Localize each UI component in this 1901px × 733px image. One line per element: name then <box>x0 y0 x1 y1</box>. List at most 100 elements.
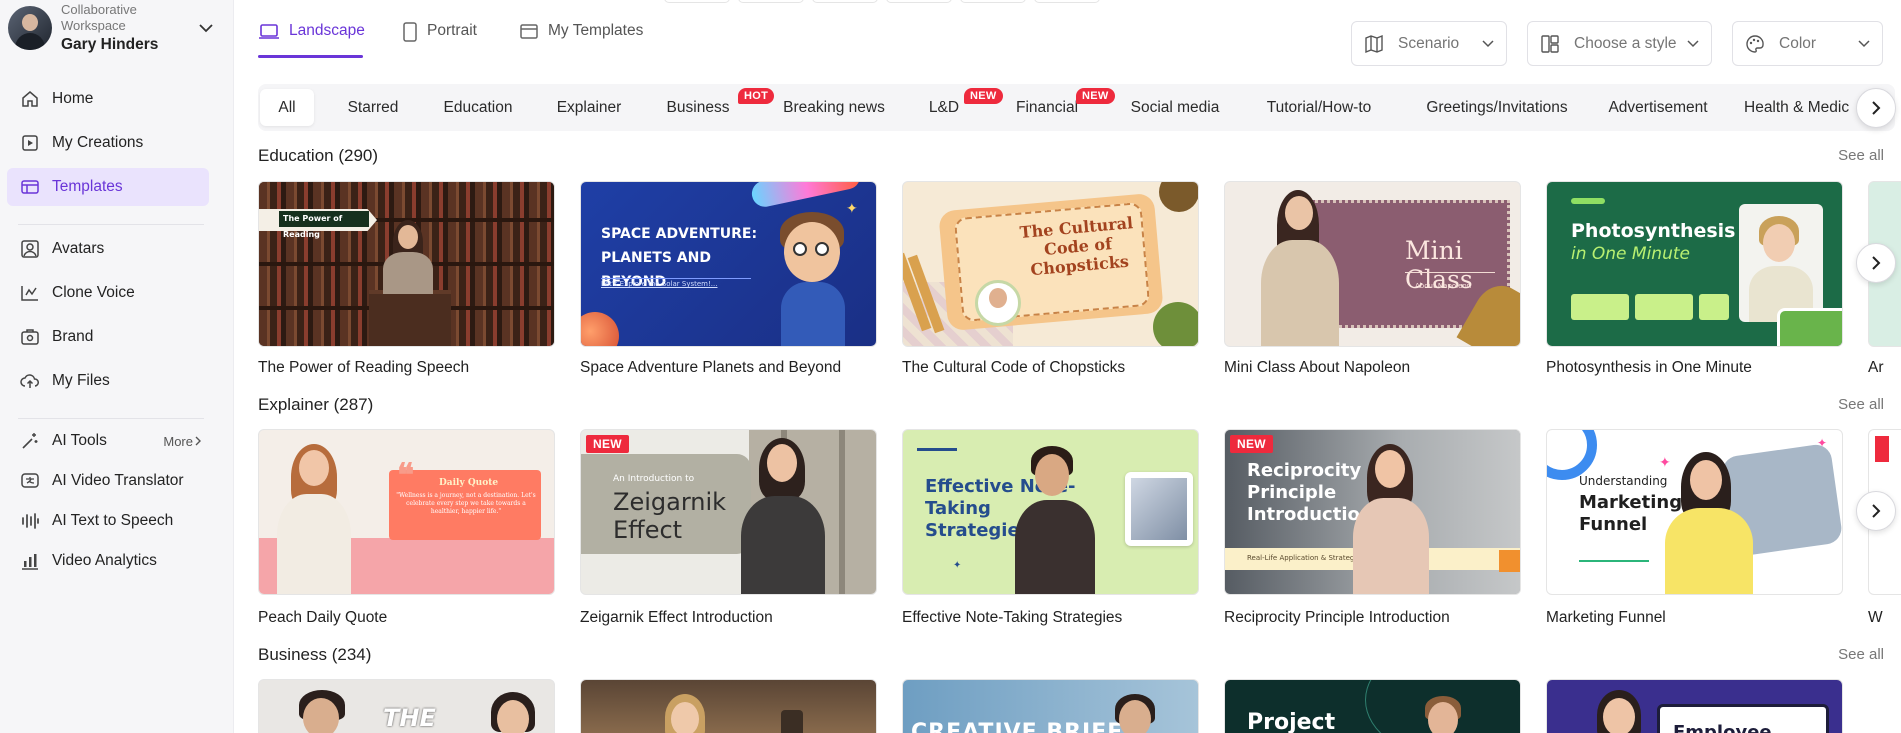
palette-icon <box>1745 34 1765 54</box>
template-card[interactable]: Effective Note-Taking Strategies ✦ <box>902 429 1199 595</box>
category-l-and-d[interactable]: L&D <box>922 89 966 126</box>
sidebar-item-ai-video-translator[interactable]: AI Video Translator <box>7 462 209 500</box>
category-health-medical[interactable]: Health & Medic <box>1744 89 1874 126</box>
color-dropdown[interactable]: Color <box>1732 21 1883 66</box>
template-card[interactable]: CREATIVE BRIEF <box>902 679 1199 733</box>
sidebar-item-label: AI Text to Speech <box>52 512 174 529</box>
template-card[interactable]: The Cultural Code of Chopsticks <box>902 181 1199 347</box>
template-card[interactable] <box>580 679 877 733</box>
brand-icon <box>20 327 40 347</box>
card-title: Reciprocity Principle Introduction <box>1224 609 1450 626</box>
scenario-value: Scenario <box>1398 34 1460 52</box>
thumb-title: Employee <box>1673 722 1772 733</box>
chevron-down-icon <box>1858 35 1870 53</box>
thumb-subtitle: Understanding <box>1579 474 1668 488</box>
template-card[interactable]: Project <box>1224 679 1521 733</box>
account-switcher[interactable]: Collaborative Workspace Gary Hinders <box>8 1 216 53</box>
sidebar-item-templates[interactable]: Templates <box>7 168 209 206</box>
thumb-title: The Power of Reading <box>279 211 369 239</box>
sidebar-item-label: My Files <box>52 372 110 389</box>
new-badge: NEW <box>586 435 629 453</box>
thumb-title: Project <box>1247 710 1336 733</box>
sidebar-item-brand[interactable]: Brand <box>7 318 209 356</box>
category-business[interactable]: Business <box>658 89 738 126</box>
sidebar-item-home[interactable]: Home <box>7 80 209 118</box>
card-title: Space Adventure Planets and Beyond <box>580 359 842 376</box>
sidebar-item-label: My Creations <box>52 134 144 151</box>
thumb-title: Zeigarnik Effect <box>613 488 727 544</box>
thumb-subtitle: "Wellness is a journey, not a destinatio… <box>396 492 536 515</box>
phone-icon <box>402 22 418 47</box>
card-title: Peach Daily Quote <box>258 609 388 626</box>
sidebar-item-label: Clone Voice <box>52 284 135 301</box>
template-card[interactable]: SPACE ADVENTURE: PLANETS AND BEYOND Let'… <box>580 181 877 347</box>
category-tutorial[interactable]: Tutorial/How-to <box>1254 89 1384 126</box>
new-badge: NEW <box>1230 435 1273 453</box>
thumb-title: Photosynthesis <box>1571 220 1736 242</box>
category-explainer[interactable]: Explainer <box>546 89 632 126</box>
category-greetings[interactable]: Greetings/Invitations <box>1408 89 1586 126</box>
home-icon <box>20 89 40 109</box>
more-link[interactable]: More <box>163 434 202 449</box>
chevron-right-icon <box>1872 256 1881 270</box>
template-card[interactable]: Mini Class About Napoleon <box>1224 181 1521 347</box>
section-title-explainer: Explainer (287) <box>258 395 374 414</box>
card-title: Effective Note-Taking Strategies <box>902 609 1123 626</box>
category-social-media[interactable]: Social media <box>1120 89 1230 126</box>
thumb-title: Daily Quote <box>439 478 499 488</box>
sidebar-item-label: AI Video Translator <box>52 472 184 489</box>
sidebar-item-my-creations[interactable]: My Creations <box>7 124 209 162</box>
card-title: Marketing Funnel <box>1546 609 1666 626</box>
see-all-education[interactable]: See all <box>1838 147 1884 164</box>
sidebar-item-label: Brand <box>52 328 94 345</box>
template-card[interactable]: The Power of Reading <box>258 181 555 347</box>
category-starred[interactable]: Starred <box>320 89 426 126</box>
sidebar-divider <box>18 224 204 225</box>
category-financial[interactable]: Financial <box>1012 89 1082 126</box>
category-education[interactable]: Education <box>431 89 525 126</box>
sidebar-item-ai-tools[interactable]: AI Tools More <box>7 422 209 460</box>
workspace-name: Collaborative Workspace <box>61 1 137 33</box>
sidebar-item-avatars[interactable]: Avatars <box>7 230 209 268</box>
sidebar-item-clone-voice[interactable]: Clone Voice <box>7 274 209 312</box>
map-icon <box>1364 34 1384 54</box>
new-badge: NEW <box>1076 88 1115 104</box>
template-card[interactable]: Understanding Marketing Funnel ✦ ✦ <box>1546 429 1843 595</box>
sidebar: Collaborative Workspace Gary Hinders Hom… <box>0 0 234 733</box>
sidebar-item-label: Home <box>52 90 94 107</box>
template-card[interactable]: Photosynthesis in One Minute <box>1546 181 1843 347</box>
tab-portrait[interactable]: Portrait <box>402 22 477 58</box>
chevron-right-icon <box>1872 101 1881 115</box>
tts-icon <box>20 511 40 531</box>
tab-landscape[interactable]: Landscape <box>258 22 365 58</box>
style-dropdown[interactable]: Choose a style <box>1527 21 1712 66</box>
explainer-scroll-right-button[interactable] <box>1856 491 1896 531</box>
new-badge: NEW <box>964 88 1003 104</box>
sidebar-item-ai-text-to-speech[interactable]: AI Text to Speech <box>7 502 209 540</box>
scenario-dropdown[interactable]: Scenario <box>1351 21 1507 66</box>
thumb-subtitle: Let's Explore the Solar System!... <box>601 280 718 288</box>
color-value: Color <box>1779 34 1817 52</box>
category-advertisement[interactable]: Advertisement <box>1598 89 1718 126</box>
templates-icon <box>20 177 40 197</box>
see-all-business[interactable]: See all <box>1838 646 1884 663</box>
tab-my-templates[interactable]: My Templates <box>519 22 643 58</box>
avatar <box>8 6 52 50</box>
sidebar-item-label: AI Tools <box>52 432 107 449</box>
chevron-down-icon <box>196 18 216 38</box>
template-card[interactable]: ❝ Daily Quote "Wellness is a journey, no… <box>258 429 555 595</box>
style-value: Choose a style <box>1574 34 1677 52</box>
template-card[interactable]: Reciprocity Principle Introduction Real-… <box>1224 429 1521 595</box>
template-card[interactable]: THE BUSINESS <box>258 679 555 733</box>
chevron-down-icon <box>1482 35 1494 53</box>
template-card[interactable]: Employee <box>1546 679 1843 733</box>
sidebar-item-my-files[interactable]: My Files <box>7 362 209 400</box>
education-scroll-right-button[interactable] <box>1856 243 1896 283</box>
category-scroll-right-button[interactable] <box>1856 88 1896 128</box>
see-all-explainer[interactable]: See all <box>1838 396 1884 413</box>
more-label: More <box>163 433 193 449</box>
sidebar-item-video-analytics[interactable]: Video Analytics <box>7 542 209 580</box>
category-breaking-news[interactable]: Breaking news <box>774 89 894 126</box>
template-card[interactable]: An Introduction to Zeigarnik Effect NEW <box>580 429 877 595</box>
category-all[interactable]: All <box>260 89 314 126</box>
